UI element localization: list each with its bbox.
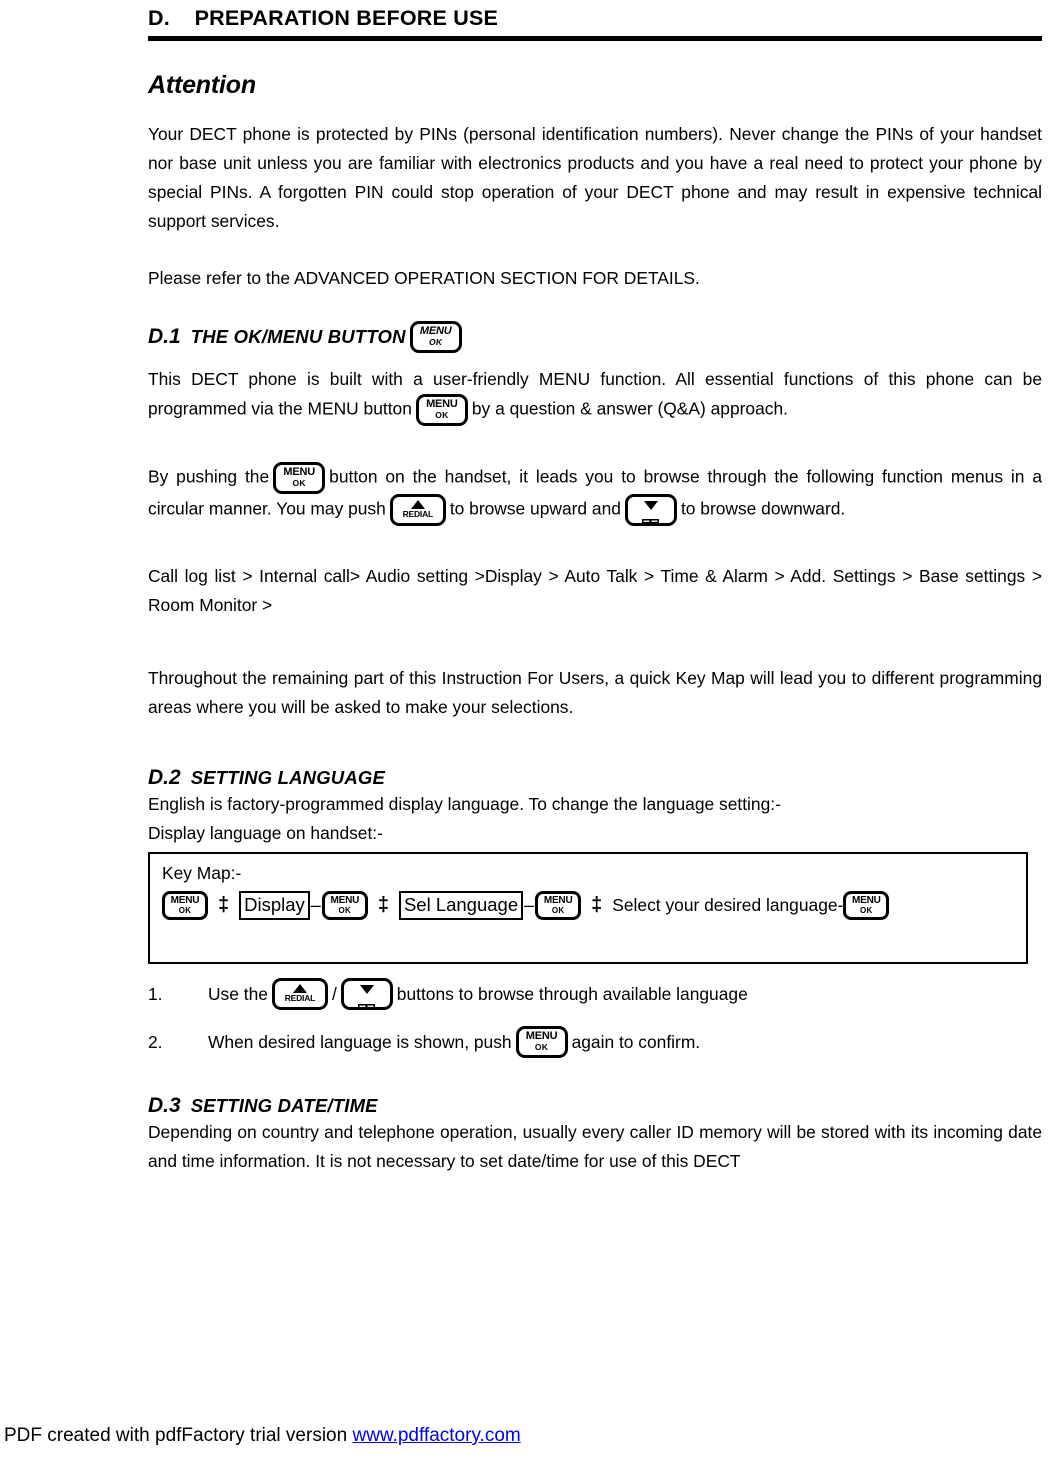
d1-para1-text-b: by a question & answer (Q&A) approach. [471,398,788,419]
keymap-step-display: Display [239,890,310,920]
section-d1-number: D.1 [148,324,181,348]
section-d2-heading: D.2 SETTING LANGUAGE [148,766,1042,790]
menu-ok-key-icon: MENU OK [415,393,468,426]
attention-paragraph-2: Please refer to the ADVANCED OPERATION S… [148,267,700,288]
menu-key-label-top: MENU [283,465,315,478]
key-map-box: Key Map:- MENU OK ‡ Display – MENU OK ‡ Se… [148,851,1028,964]
footer-text: PDF created with pdfFactory trial versio… [4,1425,348,1446]
page-content: D. PREPARATION BEFORE USE Attention Your… [148,0,1042,1176]
menu-chain-text: Call log list > Internal call> Audio set… [148,565,1042,615]
step-1-content: Use the REDIAL / buttons to browse throu… [206,977,750,1010]
chapter-label: D. [148,6,170,30]
section-d1-paragraph-3: Throughout the remaining part of this In… [148,667,1042,717]
pdffactory-link[interactable]: www.pdffactory.com [352,1425,520,1446]
menu-key-label-bottom: OK [435,409,449,420]
step-2-text-b: again to confirm. [571,1031,701,1052]
flow-dash-1: – [310,894,321,915]
step-2-number: 2. [148,1031,163,1052]
menu-ok-key-icon: MENU OK [273,461,326,494]
menu-ok-key-icon: MENU OK [843,890,890,920]
menu-ok-key-icon: MENU OK [535,890,582,920]
flow-arrow-1: ‡ [218,894,230,917]
menu-key-label-top: MENU [852,894,881,906]
down-triangle-icon [359,984,374,994]
up-triangle-icon [410,499,425,509]
key-map-title: Key Map:- [162,862,242,883]
menu-key-label-bottom: OK [292,477,306,488]
key-map-flow: MENU OK ‡ Display – MENU OK ‡ Sel Language… [162,890,1014,920]
chapter-heading: D. PREPARATION BEFORE USE [148,6,1042,31]
flow-arrow-2: ‡ [377,894,389,917]
d1-para2-text-a: By pushing the [148,466,270,487]
section-d3-number: D.3 [148,1093,181,1117]
step-2-content: When desired language is shown, push MEN… [206,1025,702,1058]
section-d1-heading: D.1 THE OK/MENU BUTTON MENU OK [148,320,1042,353]
menu-key-label-top: MENU [426,397,458,410]
menu-key-label-top: MENU [525,1029,558,1042]
section-d3-paragraph: Depending on country and telephone opera… [148,1121,1042,1171]
chapter-rule [148,35,1042,41]
menu-ok-key-icon: MENU OK [409,320,462,353]
section-d2-intro-1: English is factory-programmed display la… [148,793,781,814]
list-item: 1. Use the REDIAL / buttons to browse th… [148,977,1042,1010]
section-d1-paragraph-2: By pushing the MENU OK button on the handse… [148,461,1042,526]
down-phonebook-key-icon [624,493,677,526]
d1-para2-text-d: to browse downward. [680,498,846,519]
section-d2-number: D.2 [148,765,181,789]
redial-up-key-icon: REDIAL [271,977,328,1010]
step-1-text-a: Use the [208,983,268,1004]
step-2-text-a: When desired language is shown, push [208,1031,512,1052]
attention-heading: Attention [148,70,256,99]
attention-paragraph-1: Your DECT phone is protected by PINs (pe… [148,123,1042,231]
down-triangle-icon [643,500,658,510]
menu-key-label-bottom: OK [551,905,565,915]
down-phonebook-key-icon [340,977,393,1010]
step-1-text-b: buttons to browse through available lang… [396,983,748,1004]
menu-key-label-bottom: OK [338,905,352,915]
section-d2-intro-2: Display language on handset:- [148,822,383,843]
menu-key-label-top: MENU [419,324,452,337]
menu-key-label-bottom: OK [860,905,873,915]
menu-key-label-bottom: OK [534,1041,549,1052]
language-steps-list: 1. Use the REDIAL / buttons to browse th… [148,977,1042,1058]
menu-key-label-top: MENU [543,894,573,906]
menu-ok-key-icon: MENU OK [321,890,368,920]
chapter-title: PREPARATION BEFORE USE [194,6,499,30]
d1-para2-text-c: to browse upward and [449,498,621,519]
redial-up-key-icon: REDIAL [389,493,446,526]
redial-key-label: REDIAL [402,508,434,519]
pdf-footer: PDF created with pdfFactory trial versio… [4,1424,521,1448]
list-item: 2. When desired language is shown, push … [148,1025,1042,1058]
flow-dash-2: – [524,894,535,915]
section-d1-paragraph-1: This DECT phone is built with a user-fri… [148,365,1042,426]
up-triangle-icon [292,983,307,993]
menu-key-label-top: MENU [170,894,200,906]
section-d3-title: SETTING DATE/TIME [190,1094,378,1116]
step-1-separator: / [331,983,337,1004]
redial-key-label: REDIAL [284,992,316,1003]
menu-key-label-top: MENU [330,894,360,906]
menu-ok-key-icon: MENU OK [515,1025,568,1058]
keymap-step-final-text: Select your desired language- [612,894,844,915]
menu-key-label-bottom: OK [428,336,443,347]
section-d2-title: SETTING LANGUAGE [190,766,386,788]
phonebook-icon [358,995,376,1007]
menu-ok-key-icon: MENU OK [162,890,208,920]
document-page: D. PREPARATION BEFORE USE Attention Your… [0,0,1048,1472]
step-1-number: 1. [148,983,163,1004]
flow-arrow-3: ‡ [591,894,603,917]
section-d3-heading: D.3 SETTING DATE/TIME [148,1094,1042,1118]
phonebook-icon [642,511,660,523]
section-d1-title: THE OK/MENU BUTTON [190,325,406,347]
menu-key-label-bottom: OK [178,905,192,915]
keymap-step-sel-language: Sel Language [398,890,524,920]
